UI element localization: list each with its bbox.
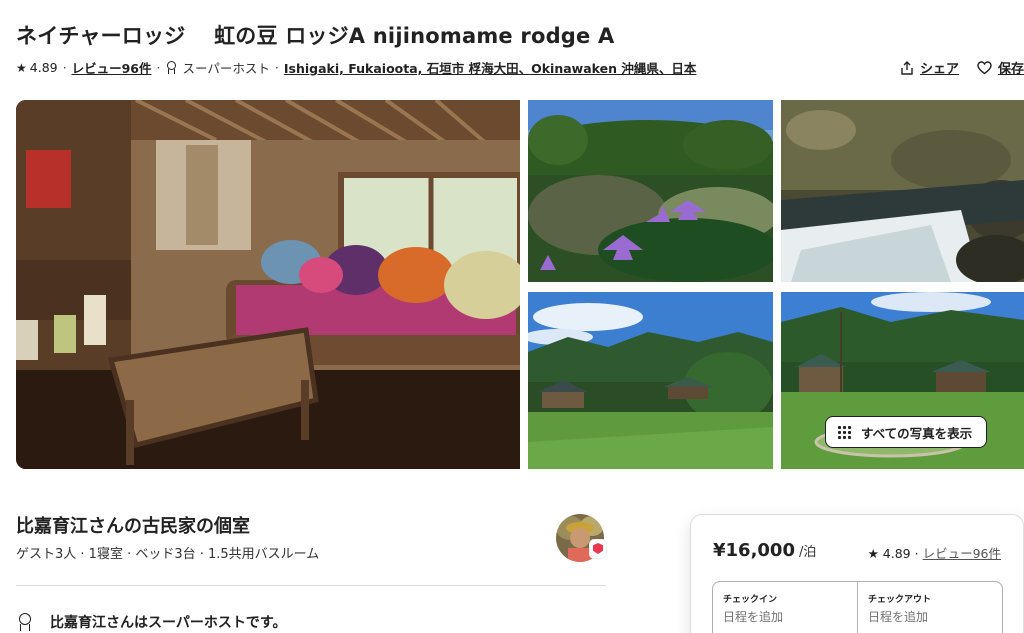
booking-reviews-link[interactable]: レビュー96件 [923,546,1001,561]
superhost-medal-icon [165,61,177,74]
stream-photo[interactable] [781,100,1024,282]
listing-actions: シェア 保存 [882,58,1024,77]
superhost-note: 比嘉育江さんはスーパーホストです。 [50,615,287,631]
section-divider [16,585,606,586]
separator-dot: · [62,60,67,75]
superhost-medal-icon [16,613,32,631]
checkin-field[interactable]: チェックイン 日程を追加 [713,582,857,633]
show-all-photos-label: すべての写真を表示 [861,425,973,441]
booking-rating-value: 4.89 [882,546,911,561]
share-label: シェア [919,62,959,77]
heart-icon [977,60,992,74]
star-icon: ★ [867,546,879,561]
water-lily-photo[interactable] [528,100,773,282]
checkout-value: 日程を追加 [868,610,929,624]
star-icon: ★ [16,60,27,75]
checkout-label: チェックアウト [868,595,932,605]
lodge-interior-photo[interactable] [16,100,520,469]
checkin-value: 日程を追加 [723,610,784,624]
show-all-photos-button[interactable]: すべての写真を表示 [825,416,988,448]
reviews-link[interactable]: レビュー96件 [72,58,152,77]
separator-dot: · [914,546,919,561]
separator-dot: · [156,60,161,75]
grid-icon [838,425,851,439]
checkin-label: チェックイン [723,595,778,605]
rating-value: 4.89 [29,60,58,75]
booking-rating: ★ 4.89 · レビュー96件 [868,543,1001,562]
superhost-label: スーパーホスト [182,61,270,76]
price-unit: /泊 [798,545,817,560]
price-amount: ¥16,000 [713,540,795,561]
superhost-badge-icon [590,540,606,558]
location-link[interactable]: Ishigaki, Fukaioota, 石垣市 桴海大田、Okinawaken… [284,58,697,77]
photo-gallery [16,100,1024,469]
separator-dot: · [274,60,279,75]
nightly-price: ¥16,000/泊 [713,540,816,561]
listing-meta: ★ 4.89 · レビュー96件 · スーパーホスト · Ishigaki, F… [16,58,696,77]
superhost-highlight: 比嘉育江さんはスーパーホストです。 [16,612,286,632]
save-label: 保存 [997,62,1024,77]
date-picker: チェックイン 日程を追加 チェックアウト 日程を追加 [712,581,1003,633]
listing-title: ネイチャーロッジ 虹の豆 ロッジA nijinomame rodge A [16,24,615,48]
share-icon [901,60,913,75]
save-button[interactable]: 保存 [977,58,1024,77]
checkout-field[interactable]: チェックアウト 日程を追加 [857,582,1002,633]
garden-cabins-photo[interactable] [528,292,773,469]
room-details: ゲスト3人 · 1寝室 · ベッド3台 · 1.5共用バスルーム [16,547,320,562]
share-button[interactable]: シェア [900,58,959,77]
room-title: 比嘉育江さんの古民家の個室 [16,516,250,537]
booking-card: ¥16,000/泊 ★ 4.89 · レビュー96件 チェックイン 日程を追加 … [690,514,1024,633]
